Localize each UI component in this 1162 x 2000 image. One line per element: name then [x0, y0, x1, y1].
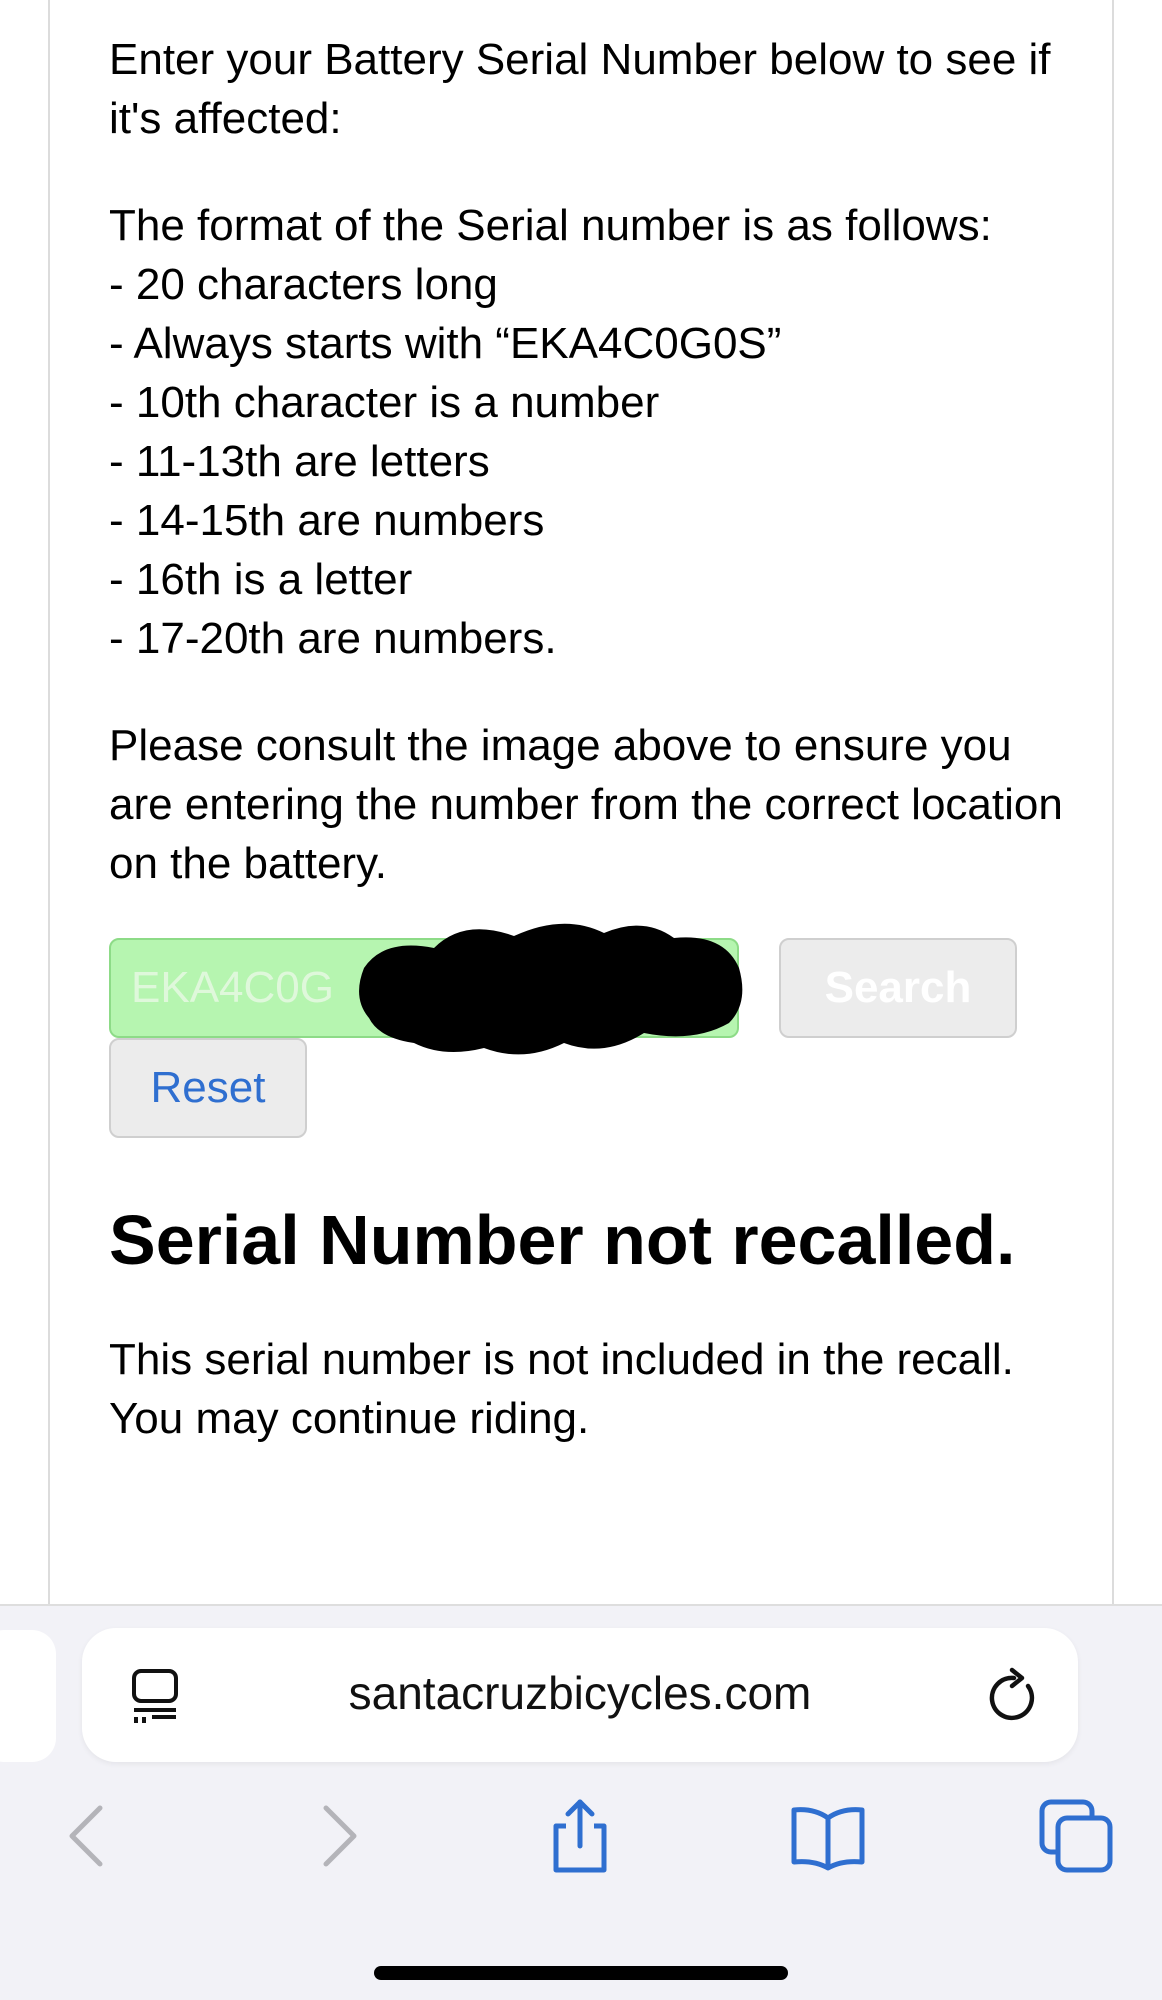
forward-icon[interactable]: [296, 1796, 376, 1876]
main-content: Enter your Battery Serial Number below t…: [109, 30, 1069, 1448]
format-rule: - 11-13th are letters: [109, 437, 490, 486]
intro-text: Enter your Battery Serial Number below t…: [109, 35, 1051, 143]
serial-search-form: Search Reset: [109, 923, 1069, 1148]
result-message: This serial number is not included in th…: [109, 1335, 1014, 1443]
bookmarks-icon[interactable]: [788, 1796, 868, 1876]
reset-button[interactable]: Reset: [109, 1038, 307, 1138]
format-rule: - 17-20th are numbers.: [109, 614, 557, 663]
share-icon[interactable]: [540, 1796, 620, 1876]
format-rule: - 16th is a letter: [109, 555, 413, 604]
format-rule: - 20 characters long: [109, 260, 498, 309]
search-button[interactable]: Search: [779, 938, 1017, 1038]
format-heading: The format of the Serial number is as fo…: [109, 201, 992, 250]
back-icon[interactable]: [50, 1796, 130, 1876]
browser-toolbar: [0, 1796, 1162, 1896]
previous-tab-preview[interactable]: [0, 1630, 56, 1762]
format-rules-list: - 20 characters long - Always starts wit…: [109, 255, 1069, 668]
format-rule: - Always starts with “EKA4C0G0S”: [109, 319, 782, 368]
reader-icon[interactable]: [130, 1668, 180, 1724]
browser-bottom-bar: santacruzbicycles.com: [0, 1604, 1162, 2000]
url-text[interactable]: santacruzbicycles.com: [232, 1666, 928, 1720]
tabs-icon[interactable]: [1036, 1796, 1116, 1876]
home-indicator: [374, 1966, 788, 1980]
address-bar[interactable]: santacruzbicycles.com: [82, 1628, 1078, 1762]
redaction-scribble: [359, 923, 743, 1055]
format-rule: - 14-15th are numbers: [109, 496, 545, 545]
reload-icon[interactable]: [984, 1666, 1040, 1726]
format-rule: - 10th character is a number: [109, 378, 660, 427]
result-title: Serial Number not recalled.: [109, 1201, 1016, 1279]
consult-note: Please consult the image above to ensure…: [109, 721, 1063, 888]
